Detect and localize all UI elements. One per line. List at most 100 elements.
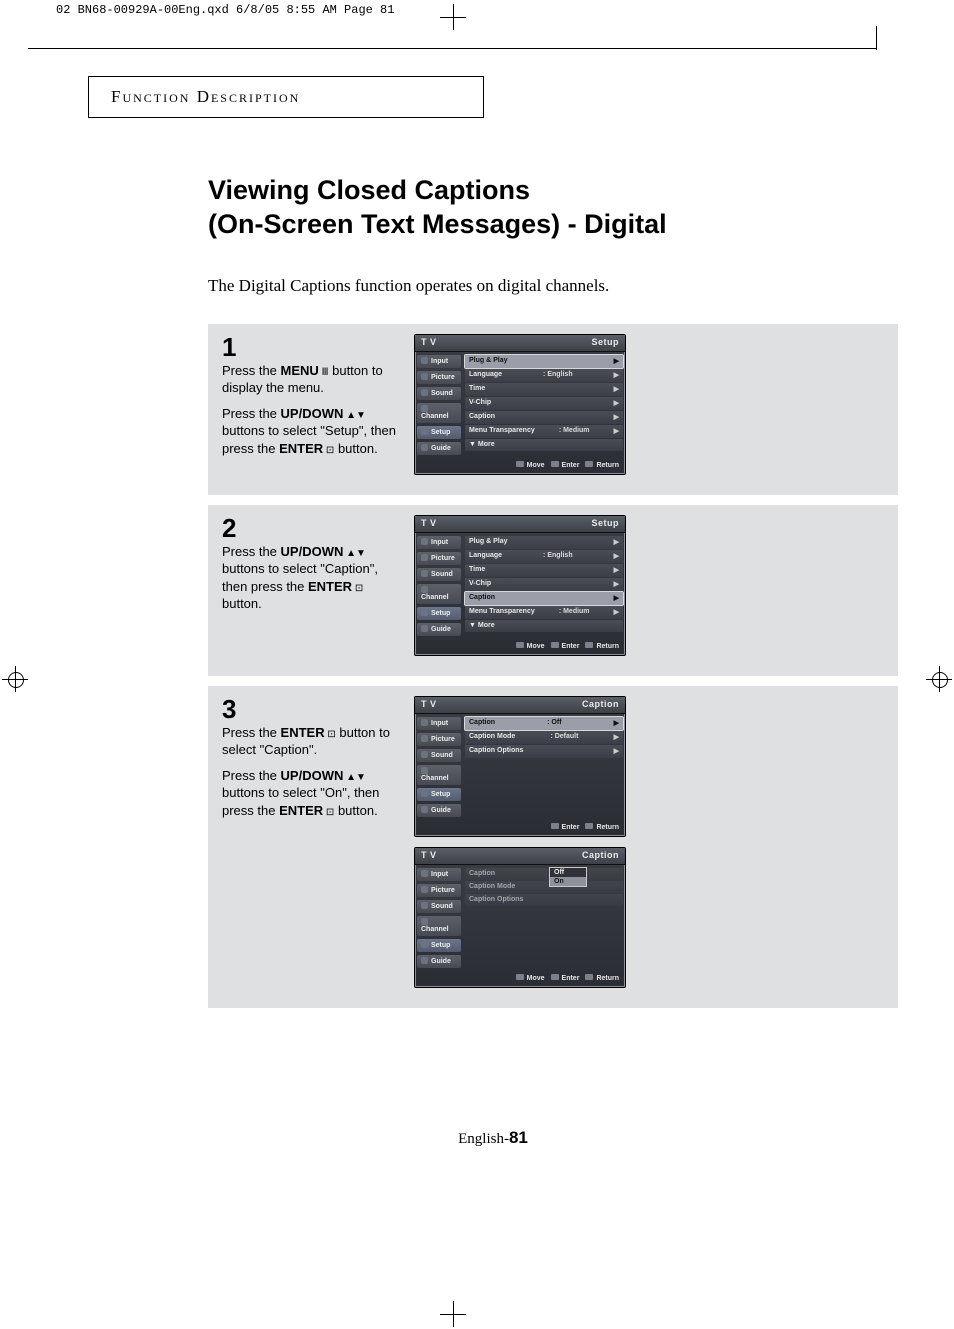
osd-nav-item[interactable]: Input	[417, 355, 461, 368]
osd-nav-item[interactable]: Picture	[417, 884, 461, 897]
page-body: Function Description Viewing Closed Capt…	[0, 26, 954, 1316]
osd-nav: Input Picture Sound Channel Setup Guide	[415, 865, 463, 971]
step-screenshot: T V Setup Input Picture Sound Channel Se…	[414, 515, 878, 666]
enter-icon: ⊡	[323, 445, 334, 456]
osd-nav-item[interactable]: Picture	[417, 733, 461, 746]
osd-row[interactable]: Menu Transparency: Medium▶	[465, 606, 623, 619]
osd-row[interactable]: Caption: Off▶	[465, 717, 623, 730]
trim-mark	[876, 26, 877, 50]
osd-setup-menu: T V Setup Input Picture Sound Channel Se…	[414, 515, 626, 656]
osd-footer: Enter Return	[415, 820, 625, 832]
osd-title: Caption	[582, 850, 619, 860]
osd-footer: Move Enter Return	[415, 971, 625, 983]
osd-nav-item[interactable]: Setup	[417, 607, 461, 620]
osd-row[interactable]: Menu Transparency: Medium▶	[465, 425, 623, 438]
step-number: 1	[222, 334, 400, 360]
osd-row[interactable]: Caption	[465, 868, 623, 880]
osd-nav-item[interactable]: Setup	[417, 788, 461, 801]
step-screenshot: T V Caption Input Picture Sound Channel …	[414, 696, 878, 998]
osd-row[interactable]: Language: English▶	[465, 369, 623, 382]
osd-nav-item[interactable]: Guide	[417, 955, 461, 968]
osd-caption-menu-popup: T V Caption Input Picture Sound Channel …	[414, 847, 626, 988]
osd-nav-item[interactable]: Sound	[417, 900, 461, 913]
registration-mark	[440, 1301, 466, 1327]
step-3: 3 Press the ENTER ⊡ button to select "Ca…	[208, 686, 898, 1008]
osd-nav-item[interactable]: Guide	[417, 804, 461, 817]
osd-list: Plug & Play▶ Language: English▶ Time▶ V-…	[463, 533, 625, 639]
print-slug: 02 BN68-00929A-00Eng.qxd 6/8/05 8:55 AM …	[0, 0, 954, 26]
hint-move: Move	[516, 974, 545, 982]
osd-option[interactable]: Off	[550, 868, 586, 877]
osd-nav-item[interactable]: Sound	[417, 387, 461, 400]
registration-mark	[926, 666, 952, 692]
osd-nav-item[interactable]: Input	[417, 536, 461, 549]
osd-row-more[interactable]: ▼ More	[465, 439, 623, 451]
osd-nav-item[interactable]: Input	[417, 717, 461, 730]
osd-nav-item[interactable]: Input	[417, 868, 461, 881]
osd-nav: Input Picture Sound Channel Setup Guide	[415, 714, 463, 820]
intro-text: The Digital Captions function operates o…	[208, 276, 898, 296]
updown-icon: ▲▼	[343, 548, 366, 559]
osd-list: Caption: Off▶ Caption Mode: Default▶ Cap…	[463, 714, 625, 820]
updown-icon: ▲▼	[343, 410, 366, 421]
section-head: Function Description	[88, 76, 484, 118]
page-footer: English-81	[88, 1128, 898, 1148]
hint-enter: Enter	[551, 974, 580, 982]
osd-row[interactable]: Language: English▶	[465, 550, 623, 563]
osd-row[interactable]: Plug & Play▶	[465, 355, 623, 368]
osd-setup-menu: T V Setup Input Picture Sound Channel Se…	[414, 334, 626, 475]
osd-footer: Move Enter Return	[415, 458, 625, 470]
osd-option-popup[interactable]: Off On	[549, 867, 587, 887]
step-text: 1 Press the MENU Ⅲ button to display the…	[222, 334, 400, 466]
osd-row[interactable]: V-Chip▶	[465, 397, 623, 410]
osd-title: Setup	[591, 518, 619, 528]
osd-nav-item[interactable]: Channel	[417, 584, 461, 604]
osd-nav-item[interactable]: Channel	[417, 916, 461, 936]
hint-enter: Enter	[551, 823, 580, 831]
osd-list: Caption Caption Mode Caption Options Off…	[463, 865, 625, 971]
osd-nav-item[interactable]: Picture	[417, 371, 461, 384]
hint-return: Return	[585, 642, 619, 650]
enter-icon: ⊡	[352, 583, 363, 594]
osd-list: Plug & Play▶ Language: English▶ Time▶ V-…	[463, 352, 625, 458]
osd-row[interactable]: Caption Options	[465, 894, 623, 906]
osd-nav-item[interactable]: Guide	[417, 623, 461, 636]
osd-title: Caption	[582, 699, 619, 709]
hint-move: Move	[516, 461, 545, 469]
osd-brand: T V	[421, 337, 437, 347]
step-number: 3	[222, 696, 400, 722]
osd-nav-item[interactable]: Channel	[417, 403, 461, 423]
step-text: 3 Press the ENTER ⊡ button to select "Ca…	[222, 696, 400, 828]
osd-brand: T V	[421, 850, 437, 860]
registration-mark	[2, 666, 28, 692]
step-text: 2 Press the UP/DOWN ▲▼ buttons to select…	[222, 515, 400, 621]
osd-option-selected[interactable]: On	[550, 877, 586, 886]
osd-row[interactable]: Time▶	[465, 564, 623, 577]
osd-row[interactable]: V-Chip▶	[465, 578, 623, 591]
step-screenshot: T V Setup Input Picture Sound Channel Se…	[414, 334, 878, 485]
osd-nav-item[interactable]: Guide	[417, 442, 461, 455]
hint-move: Move	[516, 642, 545, 650]
osd-row[interactable]: Time▶	[465, 383, 623, 396]
osd-nav-item[interactable]: Setup	[417, 426, 461, 439]
trim-mark	[28, 48, 876, 49]
osd-row[interactable]: Caption▶	[465, 592, 623, 605]
osd-nav-item[interactable]: Sound	[417, 568, 461, 581]
osd-nav-item[interactable]: Picture	[417, 552, 461, 565]
steps: 1 Press the MENU Ⅲ button to display the…	[208, 324, 898, 1008]
osd-nav-item[interactable]: Sound	[417, 749, 461, 762]
hint-enter: Enter	[551, 461, 580, 469]
osd-caption-menu: T V Caption Input Picture Sound Channel …	[414, 696, 626, 837]
osd-nav-item[interactable]: Setup	[417, 939, 461, 952]
osd-nav: Input Picture Sound Channel Setup Guide	[415, 533, 463, 639]
osd-footer: Move Enter Return	[415, 639, 625, 651]
osd-row[interactable]: Caption Options▶	[465, 745, 623, 758]
hint-return: Return	[585, 823, 619, 831]
osd-row[interactable]: Caption▶	[465, 411, 623, 424]
enter-icon: ⊡	[323, 807, 334, 818]
osd-row[interactable]: Caption Mode: Default▶	[465, 731, 623, 744]
osd-nav-item[interactable]: Channel	[417, 765, 461, 785]
osd-row[interactable]: Plug & Play▶	[465, 536, 623, 549]
osd-row[interactable]: Caption Mode	[465, 881, 623, 893]
osd-row-more[interactable]: ▼ More	[465, 620, 623, 632]
